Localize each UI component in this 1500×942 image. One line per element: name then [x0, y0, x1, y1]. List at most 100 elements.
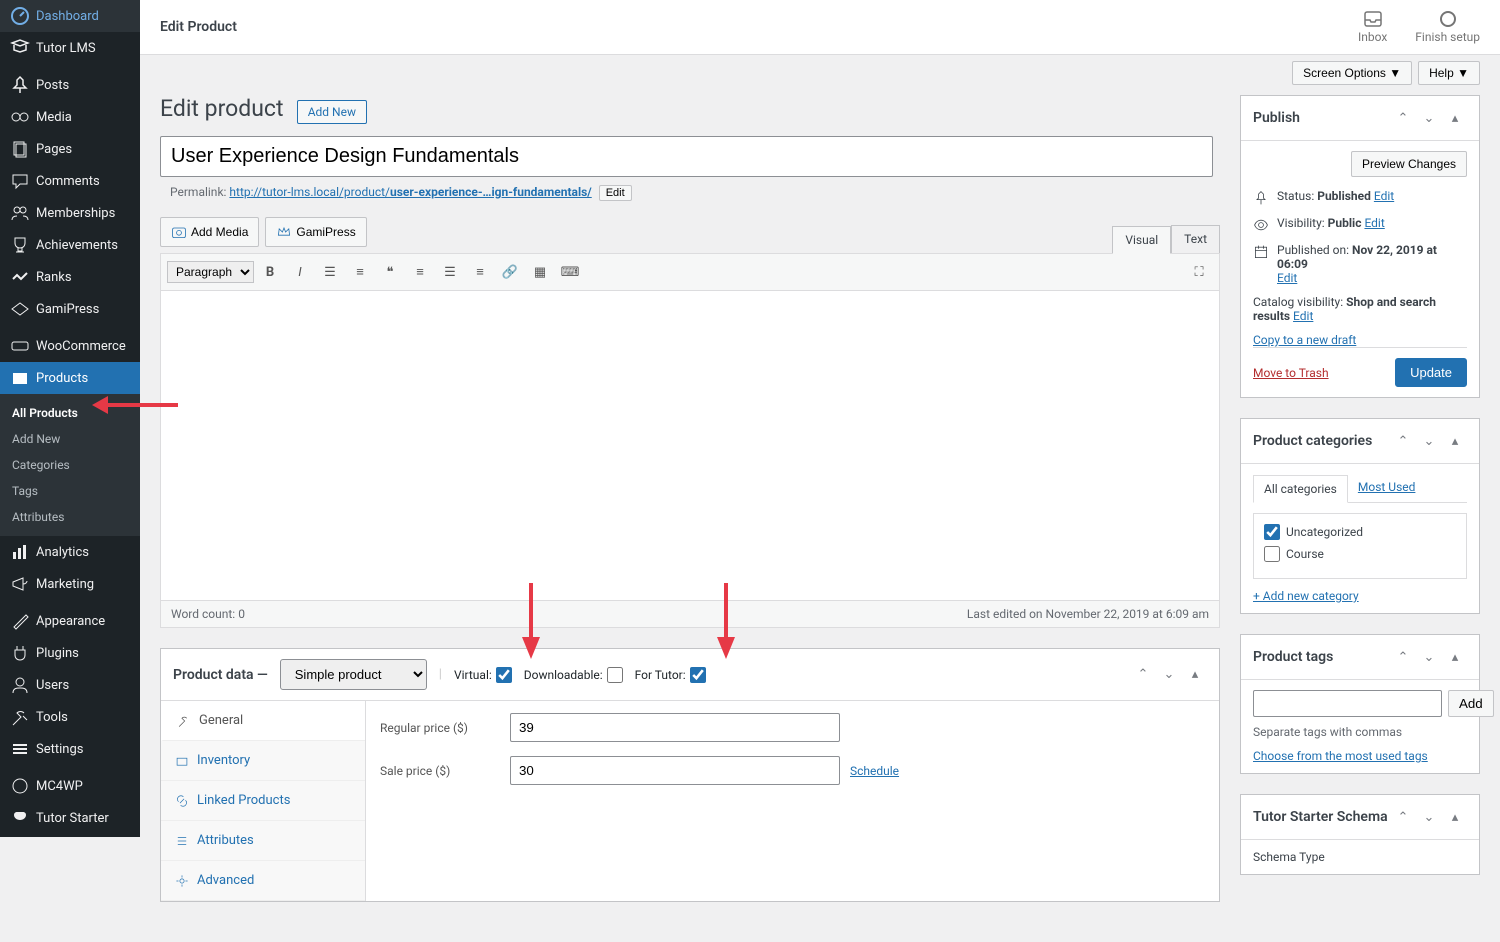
menu-tutor-lms[interactable]: Tutor LMS: [0, 32, 140, 64]
menu-users[interactable]: Users: [0, 669, 140, 701]
pd-tab-linked[interactable]: Linked Products: [161, 781, 365, 821]
menu-memberships[interactable]: Memberships: [0, 197, 140, 229]
add-tag-button[interactable]: Add: [1448, 690, 1494, 717]
gamipress-editor-button[interactable]: GamiPress: [265, 217, 366, 247]
move-down-button[interactable]: ⌄: [1417, 106, 1441, 130]
submenu-attributes[interactable]: Attributes: [0, 504, 140, 530]
menu-tools[interactable]: Tools: [0, 701, 140, 733]
editor-tab-text[interactable]: Text: [1171, 225, 1220, 253]
submenu-tags[interactable]: Tags: [0, 478, 140, 504]
add-category-link[interactable]: + Add new category: [1253, 589, 1359, 603]
move-up-button[interactable]: ⌃: [1391, 645, 1415, 669]
menu-products[interactable]: Products: [0, 362, 140, 394]
move-down-button[interactable]: ⌄: [1157, 663, 1181, 687]
move-down-button[interactable]: ⌄: [1417, 645, 1441, 669]
menu-mc4wp[interactable]: MC4WP: [0, 770, 140, 802]
menu-marketing[interactable]: Marketing: [0, 568, 140, 600]
cat-uncategorized[interactable]: Uncategorized: [1264, 524, 1456, 540]
menu-achievements[interactable]: Achievements: [0, 229, 140, 261]
move-down-button[interactable]: ⌄: [1417, 429, 1441, 453]
fullscreen-button[interactable]: ⛶: [1185, 258, 1213, 286]
menu-plugins[interactable]: Plugins: [0, 637, 140, 669]
add-new-button[interactable]: Add New: [297, 100, 367, 124]
for-tutor-toggle[interactable]: For Tutor:: [635, 667, 706, 683]
preview-changes-button[interactable]: Preview Changes: [1351, 151, 1467, 177]
menu-dashboard[interactable]: Dashboard: [0, 0, 140, 32]
bullet-list-button[interactable]: ☰: [316, 258, 344, 286]
update-button[interactable]: Update: [1395, 358, 1467, 387]
tag-input[interactable]: [1253, 690, 1442, 717]
sale-price-input[interactable]: [510, 756, 840, 785]
cat-course[interactable]: Course: [1264, 546, 1456, 562]
pd-tab-general[interactable]: General: [161, 701, 365, 741]
word-count: Word count: 0: [171, 607, 245, 621]
menu-media[interactable]: Media: [0, 101, 140, 133]
status-edit-link[interactable]: Edit: [1374, 189, 1394, 203]
submenu-categories[interactable]: Categories: [0, 452, 140, 478]
menu-pages[interactable]: Pages: [0, 133, 140, 165]
more-button[interactable]: ▦: [526, 258, 554, 286]
help-button[interactable]: Help ▼: [1418, 61, 1480, 85]
screen-options-button[interactable]: Screen Options ▼: [1292, 61, 1412, 85]
menu-comments[interactable]: Comments: [0, 165, 140, 197]
regular-price-input[interactable]: [510, 713, 840, 742]
toggle-button[interactable]: ▴: [1443, 645, 1467, 669]
submenu-all-products[interactable]: All Products: [0, 400, 140, 426]
menu-settings[interactable]: Settings: [0, 733, 140, 765]
move-down-button[interactable]: ⌄: [1417, 805, 1441, 829]
permalink-edit-button[interactable]: Edit: [599, 185, 632, 201]
visibility-edit-link[interactable]: Edit: [1364, 216, 1384, 230]
date-edit-link[interactable]: Edit: [1277, 271, 1297, 285]
move-up-button[interactable]: ⌃: [1391, 805, 1415, 829]
submenu-add-new[interactable]: Add New: [0, 426, 140, 452]
product-type-select[interactable]: Simple product: [280, 659, 427, 690]
editor-tab-visual[interactable]: Visual: [1112, 226, 1171, 254]
menu-label: GamiPress: [36, 302, 99, 317]
product-title-input[interactable]: [160, 136, 1213, 177]
quote-button[interactable]: ❝: [376, 258, 404, 286]
pd-tab-attributes[interactable]: Attributes: [161, 821, 365, 861]
toggle-button[interactable]: ▴: [1443, 429, 1467, 453]
menu-posts[interactable]: Posts: [0, 69, 140, 101]
downloadable-toggle[interactable]: Downloadable:: [524, 667, 623, 683]
toggle-button[interactable]: ▴: [1183, 663, 1207, 687]
link-button[interactable]: 🔗: [496, 258, 524, 286]
toggle-button[interactable]: ▴: [1443, 805, 1467, 829]
pd-tab-advanced[interactable]: Advanced: [161, 861, 365, 901]
inbox-button[interactable]: Inbox: [1358, 10, 1387, 44]
move-up-button[interactable]: ⌃: [1391, 106, 1415, 130]
pd-tab-inventory[interactable]: Inventory: [161, 741, 365, 781]
toggle-button[interactable]: ▴: [1443, 106, 1467, 130]
add-media-button[interactable]: Add Media: [160, 217, 259, 247]
copy-to-draft-link[interactable]: Copy to a new draft: [1253, 333, 1356, 347]
menu-gamipress[interactable]: GamiPress: [0, 293, 140, 325]
content-editor[interactable]: [160, 291, 1220, 601]
catalog-edit-link[interactable]: Edit: [1293, 309, 1313, 323]
cat-tab-most[interactable]: Most Used: [1348, 474, 1426, 502]
align-right-button[interactable]: ≡: [466, 258, 494, 286]
finish-setup-button[interactable]: Finish setup: [1415, 10, 1480, 44]
menu-appearance[interactable]: Appearance: [0, 605, 140, 637]
pin-icon: [1253, 190, 1269, 206]
move-to-trash-link[interactable]: Move to Trash: [1253, 366, 1329, 380]
italic-button[interactable]: I: [286, 258, 314, 286]
menu-woocommerce[interactable]: WooCommerce: [0, 330, 140, 362]
align-center-button[interactable]: ☰: [436, 258, 464, 286]
permalink-link[interactable]: http://tutor-lms.local/product/user-expe…: [229, 185, 591, 199]
format-select[interactable]: Paragraph: [167, 261, 254, 283]
align-left-button[interactable]: ≡: [406, 258, 434, 286]
starter-icon: [10, 810, 30, 826]
menu-analytics[interactable]: Analytics: [0, 536, 140, 568]
move-up-button[interactable]: ⌃: [1391, 429, 1415, 453]
media-icon: [10, 109, 30, 125]
toolbar-toggle-button[interactable]: ⌨: [556, 258, 584, 286]
move-up-button[interactable]: ⌃: [1131, 663, 1155, 687]
menu-tutor-starter[interactable]: Tutor Starter: [0, 802, 140, 834]
cat-tab-all[interactable]: All categories: [1253, 475, 1348, 503]
bold-button[interactable]: B: [256, 258, 284, 286]
schedule-link[interactable]: Schedule: [850, 764, 899, 778]
number-list-button[interactable]: ≡: [346, 258, 374, 286]
virtual-toggle[interactable]: Virtual:: [454, 667, 512, 683]
menu-ranks[interactable]: Ranks: [0, 261, 140, 293]
choose-most-used-tags-link[interactable]: Choose from the most used tags: [1253, 749, 1428, 763]
